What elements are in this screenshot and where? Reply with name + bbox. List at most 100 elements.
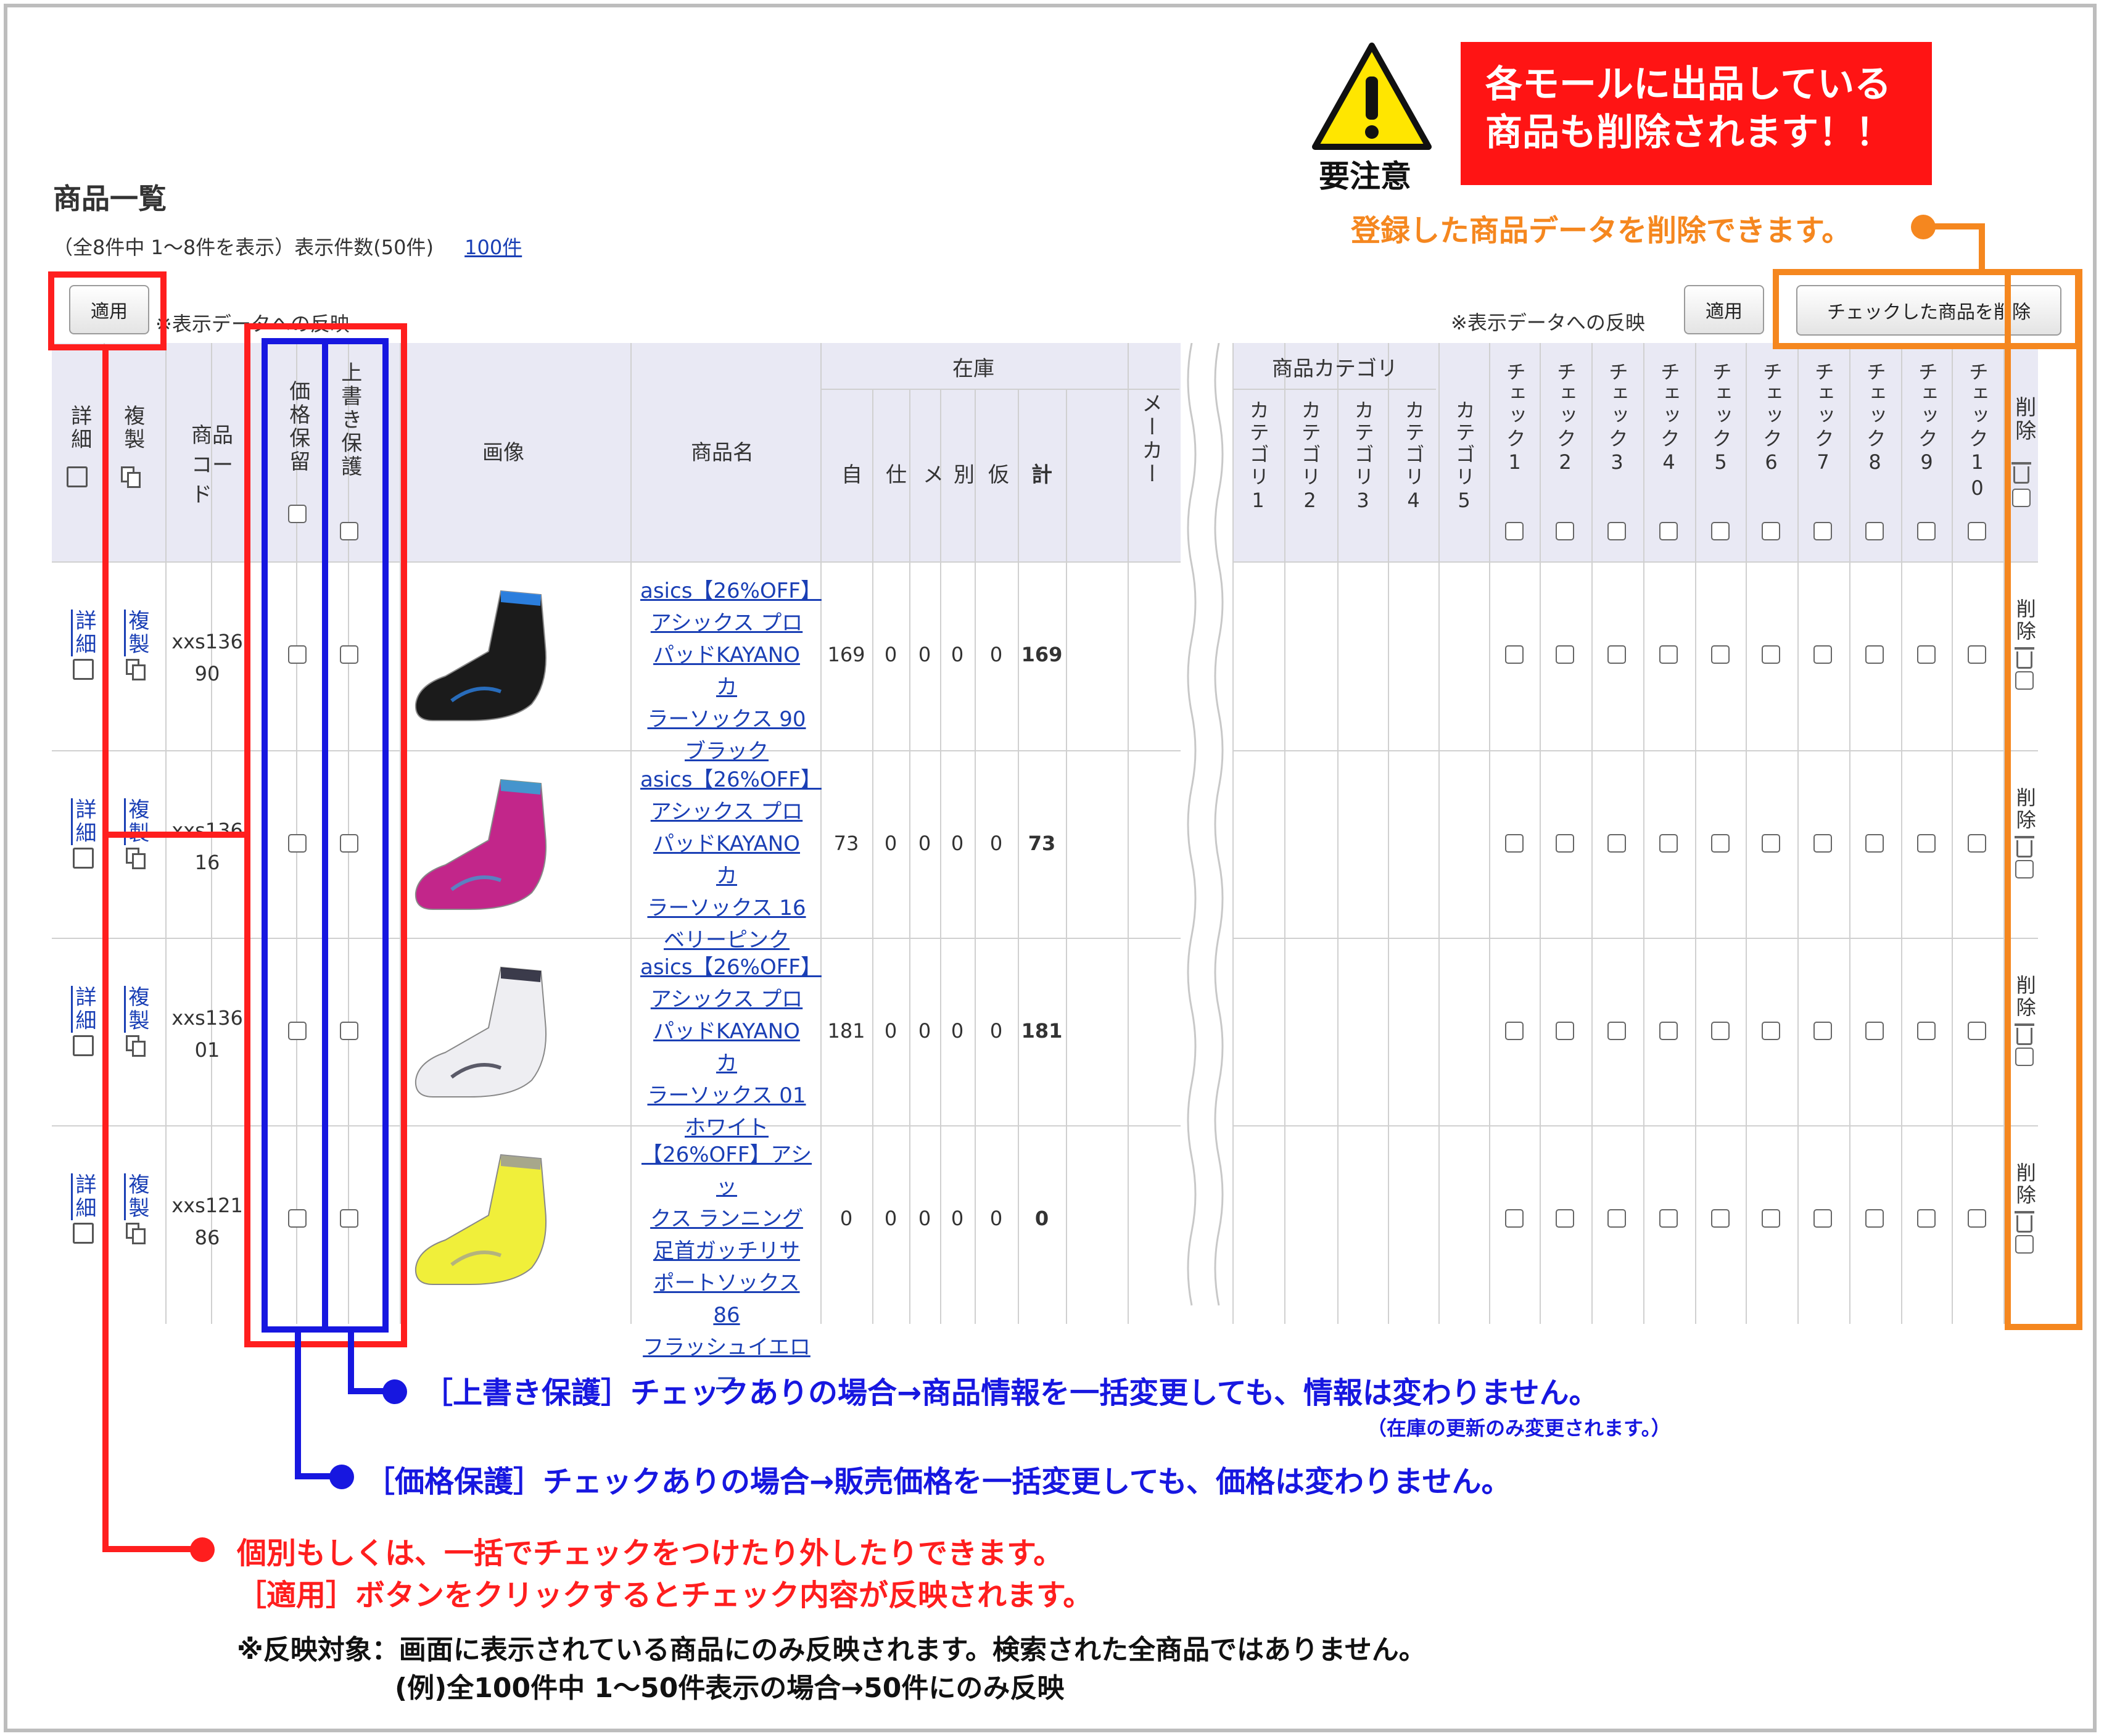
row-check-checkbox[interactable] — [1659, 1209, 1678, 1230]
apply-button-right[interactable]: 適用 — [1684, 285, 1764, 334]
row-check-checkbox[interactable] — [1968, 645, 1986, 666]
row-check-checkbox[interactable] — [1813, 645, 1832, 666]
row-check-checkbox[interactable] — [1607, 1022, 1626, 1043]
row-check-checkbox[interactable] — [1607, 834, 1626, 855]
row-check-checkbox[interactable] — [1556, 645, 1574, 666]
header-check-col-checkbox[interactable] — [1813, 522, 1832, 543]
row-check-checkbox[interactable] — [1505, 1209, 1524, 1230]
header-check-col-checkbox[interactable] — [1865, 522, 1884, 543]
warning-triangle-icon — [1312, 43, 1432, 150]
header-check-col-checkbox[interactable] — [1659, 522, 1678, 543]
row-check-checkbox[interactable] — [1505, 1022, 1524, 1043]
product-name-link[interactable]: 【26%OFF】アシッ クス ランニング 足首ガッチリサ ポートソックス 86 フラッシ… — [640, 1139, 813, 1395]
per-page-100-link[interactable]: 100件 — [464, 236, 522, 259]
overwrite-annotation-sub: （在庫の更新のみ変更されます。） — [1367, 1416, 1671, 1440]
column-divider — [1438, 343, 1440, 1324]
product-name-link[interactable]: asics【26%OFF】 アシックス プロ パッドKAYANO カラーソックス 0… — [640, 951, 822, 1144]
detail-link[interactable]: 詳細 — [68, 610, 100, 656]
copy-icon — [126, 1223, 147, 1245]
column-divider — [1849, 343, 1850, 1324]
row-check-checkbox[interactable] — [1607, 1209, 1626, 1230]
warning-banner-line2: 商品も削除されます！！ — [1485, 111, 1892, 154]
column-divider — [940, 389, 941, 1324]
row-check-checkbox[interactable] — [1917, 645, 1936, 666]
header-name: 商品名 — [691, 440, 754, 465]
row-check-checkbox[interactable] — [1762, 645, 1780, 666]
row-check-checkbox[interactable] — [1711, 834, 1730, 855]
row-check-checkbox[interactable] — [1505, 834, 1524, 855]
price-protect-highlight — [262, 338, 328, 1333]
header-category-col: カテゴリ3 — [1351, 400, 1375, 515]
product-name-link[interactable]: asics【26%OFF】 アシックス プロ パッドKAYANO カラーソックス 1… — [640, 764, 822, 956]
column-divider — [1797, 343, 1799, 1324]
row-check-checkbox[interactable] — [1711, 1209, 1730, 1230]
header-stock-col: 仕 — [886, 463, 907, 487]
header-check-col-checkbox[interactable] — [1968, 522, 1986, 543]
row-check-checkbox[interactable] — [1917, 834, 1936, 855]
product-image — [408, 766, 569, 923]
row-check-checkbox[interactable] — [1968, 1209, 1986, 1230]
row-check-checkbox[interactable] — [1865, 834, 1884, 855]
row-check-checkbox[interactable] — [1556, 834, 1574, 855]
stock-value: 0 — [884, 1019, 897, 1043]
row-check-checkbox[interactable] — [1968, 1022, 1986, 1043]
row-check-checkbox[interactable] — [1659, 645, 1678, 666]
detail-link[interactable]: 詳細 — [68, 986, 100, 1033]
row-check-checkbox[interactable] — [1968, 834, 1986, 855]
header-stock-col: メ — [923, 463, 944, 487]
detail-link[interactable]: 詳細 — [68, 1173, 100, 1220]
copy-icon — [126, 1035, 147, 1057]
row-check-checkbox[interactable] — [1711, 1022, 1730, 1043]
product-name-link[interactable]: asics【26%OFF】 アシックス プロ パッドKAYANO カラーソックス 9… — [640, 575, 822, 767]
copy-link[interactable]: 複製 — [121, 610, 153, 656]
header-stock: 在庫 — [952, 357, 994, 381]
product-name-line: アシックス プロ — [650, 611, 803, 635]
header-category-col: カテゴリ1 — [1246, 400, 1270, 515]
header-check-col-checkbox[interactable] — [1917, 522, 1936, 543]
header-check-col: チェック8 — [1863, 362, 1887, 476]
apply-button-highlight — [48, 271, 167, 350]
row-check-checkbox[interactable] — [1762, 1022, 1780, 1043]
row-check-checkbox[interactable] — [1813, 834, 1832, 855]
row-check-checkbox[interactable] — [1607, 645, 1626, 666]
copy-link[interactable]: 複製 — [121, 798, 153, 845]
header-check-col: チェック9 — [1915, 362, 1939, 476]
overwrite-annotation: ［上書き保護］チェックありの場合→商品情報を一括変更しても、情報は変わりません。 — [423, 1376, 1599, 1410]
row-check-checkbox[interactable] — [1762, 834, 1780, 855]
detail-link[interactable]: 詳細 — [68, 798, 100, 845]
column-divider — [1018, 389, 1019, 1324]
header-copy: 複製 — [120, 405, 145, 452]
row-check-checkbox[interactable] — [1711, 645, 1730, 666]
header-check-col: チェック2 — [1553, 362, 1577, 476]
row-check-checkbox[interactable] — [1865, 1209, 1884, 1230]
stock-value: 181 — [827, 1019, 865, 1043]
header-check-col-checkbox[interactable] — [1556, 522, 1574, 543]
row-check-checkbox[interactable] — [1865, 1022, 1884, 1043]
header-check-col-checkbox[interactable] — [1762, 522, 1780, 543]
copy-link[interactable]: 複製 — [121, 986, 153, 1033]
product-code-line1: xxs121 — [171, 1194, 243, 1217]
row-check-checkbox[interactable] — [1556, 1022, 1574, 1043]
product-image — [408, 1141, 569, 1298]
product-name-line: ラーソックス 90 — [647, 707, 806, 732]
row-check-checkbox[interactable] — [1659, 1022, 1678, 1043]
stock-value: 0 — [989, 832, 1003, 855]
row-check-checkbox[interactable] — [1917, 1022, 1936, 1043]
row-check-checkbox[interactable] — [1505, 645, 1524, 666]
row-check-checkbox[interactable] — [1813, 1022, 1832, 1043]
stock-value: 0 — [918, 1019, 931, 1043]
sock-image — [415, 1154, 547, 1285]
product-code-line2: 01 — [194, 1038, 220, 1062]
row-check-checkbox[interactable] — [1813, 1209, 1832, 1230]
copy-link[interactable]: 複製 — [121, 1173, 153, 1220]
row-check-checkbox[interactable] — [1659, 834, 1678, 855]
stock-value: 0 — [918, 1207, 931, 1230]
row-check-checkbox[interactable] — [1917, 1209, 1936, 1230]
row-check-checkbox[interactable] — [1556, 1209, 1574, 1230]
row-check-checkbox[interactable] — [1865, 645, 1884, 666]
header-check-col-checkbox[interactable] — [1607, 522, 1626, 543]
header-check-col-checkbox[interactable] — [1505, 522, 1524, 543]
overwrite-connector-v — [348, 1329, 354, 1394]
header-check-col-checkbox[interactable] — [1711, 522, 1730, 543]
row-check-checkbox[interactable] — [1762, 1209, 1780, 1230]
